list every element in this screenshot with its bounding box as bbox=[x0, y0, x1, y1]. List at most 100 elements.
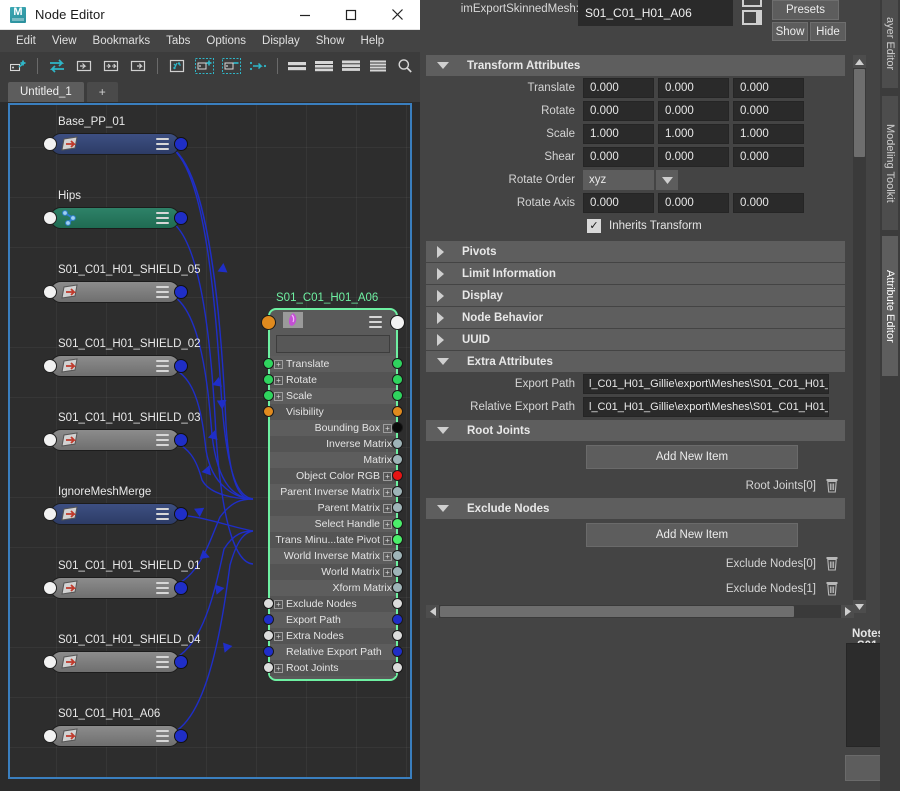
close-icon[interactable] bbox=[374, 0, 420, 30]
section-exclude-nodes[interactable]: Exclude Nodes bbox=[426, 498, 845, 519]
node-body[interactable] bbox=[50, 429, 180, 451]
trash-icon[interactable] bbox=[825, 556, 839, 571]
node-body[interactable] bbox=[50, 503, 180, 525]
node-attr-rotate[interactable]: + Rotate bbox=[263, 372, 403, 388]
rotate-z-field[interactable]: 0.000 bbox=[733, 101, 804, 121]
connected-view-icon[interactable] bbox=[312, 55, 336, 77]
export-path-field[interactable]: l_C01_H01_Gillie\export\Meshes\S01_C01_H… bbox=[583, 374, 829, 394]
attr-output-port[interactable] bbox=[392, 486, 403, 497]
node-attr-matrix[interactable]: Matrix bbox=[270, 452, 403, 468]
input-output-connections-icon[interactable] bbox=[99, 55, 123, 77]
attribute-editor-vertical-scrollbar[interactable] bbox=[853, 55, 866, 613]
show-button[interactable]: Show bbox=[772, 22, 808, 41]
section-extra-attributes[interactable]: Extra Attributes bbox=[426, 351, 845, 372]
expand-icon[interactable]: + bbox=[274, 391, 283, 401]
node-attr-translate[interactable]: + Translate bbox=[263, 356, 403, 372]
node-input-port[interactable] bbox=[43, 285, 57, 299]
node-output-port[interactable] bbox=[174, 359, 188, 373]
node-menu-icon[interactable] bbox=[156, 360, 169, 372]
expand-icon[interactable]: + bbox=[274, 359, 283, 369]
node-body[interactable] bbox=[50, 133, 180, 155]
remove-selected-nodes-icon[interactable] bbox=[219, 55, 243, 77]
attr-output-port[interactable] bbox=[392, 614, 403, 625]
scrollbar-thumb[interactable] bbox=[440, 606, 794, 617]
node-menu-icon[interactable] bbox=[156, 582, 169, 594]
node-menu-icon[interactable] bbox=[156, 656, 169, 668]
node-output-port[interactable] bbox=[174, 729, 188, 743]
node-attr-inverse-matrix[interactable]: Inverse Matrix bbox=[270, 436, 403, 452]
attr-output-port[interactable] bbox=[392, 390, 403, 401]
rotate-y-field[interactable]: 0.000 bbox=[658, 101, 729, 121]
attr-output-port[interactable] bbox=[392, 454, 403, 465]
focus-icon-top[interactable] bbox=[742, 0, 762, 7]
connect-selected-icon[interactable] bbox=[246, 55, 270, 77]
node-output-port[interactable] bbox=[174, 137, 188, 151]
tab-layer-editor[interactable]: ayer Editor bbox=[882, 0, 898, 88]
chevron-right-icon[interactable] bbox=[437, 289, 444, 302]
scrollbar-thumb[interactable] bbox=[854, 69, 865, 157]
node-input-port[interactable] bbox=[43, 211, 57, 225]
attr-output-port[interactable] bbox=[392, 374, 403, 385]
scale-y-field[interactable]: 1.000 bbox=[658, 124, 729, 144]
node-menu-icon[interactable] bbox=[156, 508, 169, 520]
node-attr-relative-export-path[interactable]: Relative Export Path bbox=[263, 644, 403, 660]
add-selected-nodes-icon[interactable] bbox=[192, 55, 216, 77]
attr-output-port[interactable] bbox=[392, 406, 403, 417]
translate-x-field[interactable]: 0.000 bbox=[583, 78, 654, 98]
attr-input-port[interactable] bbox=[263, 374, 274, 385]
node-menu-icon[interactable] bbox=[156, 138, 169, 150]
add-new-item-exclude-nodes[interactable]: Add New Item bbox=[586, 523, 798, 547]
translate-y-field[interactable]: 0.000 bbox=[658, 78, 729, 98]
node-output-port[interactable] bbox=[174, 581, 188, 595]
expand-icon[interactable]: + bbox=[383, 423, 392, 433]
node-output-port[interactable] bbox=[390, 315, 405, 330]
node-attr-parent-matrix[interactable]: Parent Matrix + bbox=[270, 500, 403, 516]
node-attr-bounding-box[interactable]: Bounding Box + bbox=[270, 420, 403, 436]
node-input-port[interactable] bbox=[43, 581, 57, 595]
chevron-right-icon[interactable] bbox=[437, 267, 444, 280]
node-menu-icon[interactable] bbox=[156, 434, 169, 446]
node-attr-root-joints[interactable]: + Root Joints bbox=[263, 660, 403, 676]
attr-output-port[interactable] bbox=[392, 582, 403, 593]
node-body[interactable] bbox=[50, 281, 180, 303]
node-attr-world-matrix[interactable]: World Matrix + bbox=[270, 564, 403, 580]
node-attr-trans-minus-rotate-pivot[interactable]: Trans Minu...tate Pivot + bbox=[270, 532, 403, 548]
expand-icon[interactable]: + bbox=[383, 535, 392, 545]
attribute-editor-horizontal-scrollbar[interactable] bbox=[426, 605, 854, 618]
attr-input-port[interactable] bbox=[263, 630, 274, 641]
attr-output-port[interactable] bbox=[392, 550, 403, 561]
menu-display[interactable]: Display bbox=[254, 32, 308, 50]
tab-add-button[interactable]: + bbox=[86, 82, 118, 102]
hide-button[interactable]: Hide bbox=[810, 22, 846, 41]
presets-button[interactable]: Presets bbox=[772, 0, 839, 20]
attr-input-port[interactable] bbox=[263, 390, 274, 401]
section-limit-information[interactable]: Limit Information bbox=[426, 263, 845, 284]
node-graph-canvas[interactable]: Base_PP_01 Hips S01_C01_H01_SHIELD_05 S0… bbox=[8, 103, 412, 779]
node-body[interactable] bbox=[50, 651, 180, 673]
section-pivots[interactable]: Pivots bbox=[426, 241, 845, 262]
node-body[interactable] bbox=[50, 725, 180, 747]
node-output-port[interactable] bbox=[174, 655, 188, 669]
scroll-right-icon[interactable] bbox=[841, 605, 854, 618]
node-attr-visibility[interactable]: Visibility bbox=[263, 404, 403, 420]
scroll-down-icon[interactable] bbox=[853, 600, 866, 613]
section-node-behavior[interactable]: Node Behavior bbox=[426, 307, 845, 328]
expand-icon[interactable]: + bbox=[274, 599, 283, 609]
attr-output-port[interactable] bbox=[392, 598, 403, 609]
scroll-up-icon[interactable] bbox=[853, 55, 866, 68]
focus-icon-bottom[interactable] bbox=[742, 10, 762, 25]
expand-icon[interactable]: + bbox=[274, 631, 283, 641]
rotate-axis-z-field[interactable]: 0.000 bbox=[733, 193, 804, 213]
selected-node-header[interactable] bbox=[261, 310, 405, 334]
node-output-port[interactable] bbox=[174, 211, 188, 225]
section-transform-attributes[interactable]: Transform Attributes bbox=[426, 55, 845, 76]
add-node-icon[interactable] bbox=[6, 55, 30, 77]
expand-icon[interactable]: + bbox=[383, 519, 392, 529]
selected-node[interactable]: S01_C01_H01_A06 + Translate + Rotate + S… bbox=[261, 292, 405, 681]
chevron-down-icon[interactable] bbox=[437, 358, 449, 365]
attr-output-port[interactable] bbox=[392, 502, 403, 513]
scale-z-field[interactable]: 1.000 bbox=[733, 124, 804, 144]
attr-input-port[interactable] bbox=[263, 614, 274, 625]
section-display[interactable]: Display bbox=[426, 285, 845, 306]
node-output-port[interactable] bbox=[174, 507, 188, 521]
